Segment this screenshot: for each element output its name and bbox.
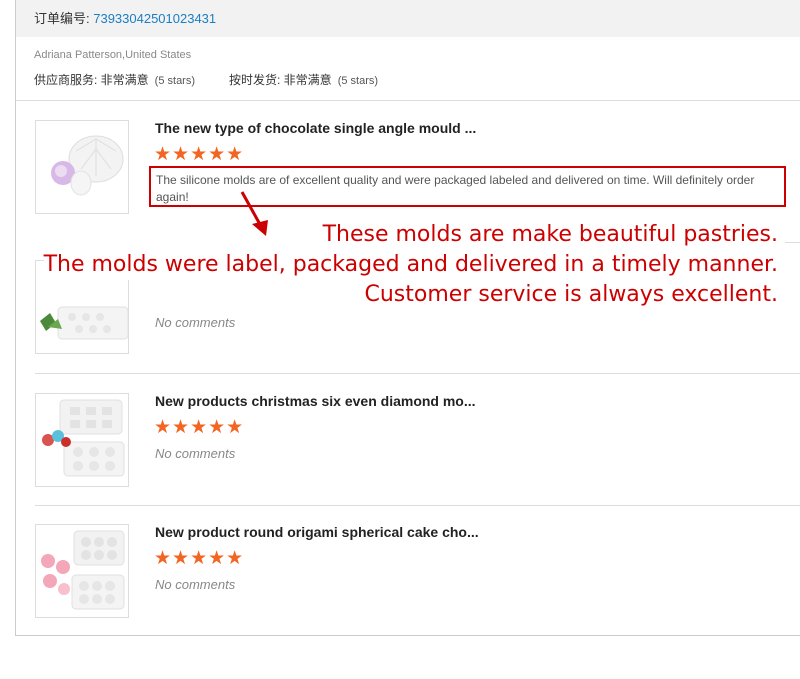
annotation-line-1: These molds are make beautiful pastries. (322, 220, 778, 250)
rating-label: 按时发货: 非常满意 (229, 73, 332, 87)
star-rating: ★★★★★ (154, 144, 245, 165)
supplier-service-rating: 供应商服务: 非常满意 (5 stars) (34, 71, 195, 88)
divider (785, 242, 800, 243)
order-label: 订单编号: (34, 11, 94, 26)
product-title[interactable]: New products christmas six even diamond … (155, 393, 476, 409)
rating-stars-text: (5 stars) (337, 75, 379, 87)
product-thumbnail[interactable] (35, 120, 129, 214)
annotation-line-2: The molds were label, packaged and deliv… (43, 250, 778, 280)
on-time-shipping-rating: 按时发货: 非常满意 (5 stars) (229, 71, 378, 88)
no-comments-text: No comments (155, 315, 236, 330)
rating-stars-text: (5 stars) (154, 75, 196, 87)
no-comments-text: No comments (155, 446, 236, 461)
product-title[interactable]: The new type of chocolate single angle m… (155, 120, 476, 136)
order-review-panel: 订单编号: 73933042501023431 Adriana Patterso… (15, 0, 800, 636)
divider (16, 100, 800, 101)
product-title[interactable]: New product round origami spherical cake… (155, 524, 479, 540)
review-page: 订单编号: 73933042501023431 Adriana Patterso… (0, 0, 800, 679)
star-rating: ★★★★★ (154, 548, 245, 569)
buyer-name: Adriana Patterson,United States (34, 49, 192, 61)
product-thumbnail[interactable] (35, 524, 129, 618)
rating-label: 供应商服务: 非常满意 (34, 73, 149, 87)
seller-ratings: 供应商服务: 非常满意 (5 stars) 按时发货: 非常满意 (5 stars) (34, 71, 378, 88)
no-comments-text: No comments (155, 577, 236, 592)
order-number-link[interactable]: 73933042501023431 (93, 11, 216, 26)
mould-image (41, 530, 125, 610)
order-header: 订单编号: 73933042501023431 (16, 0, 800, 37)
mould-image (42, 399, 125, 477)
star-rating: ★★★★★ (154, 417, 245, 438)
divider (35, 373, 800, 374)
annotation-line-3: Customer service is always excellent. (364, 280, 778, 310)
red-arrow-icon (240, 191, 268, 236)
product-thumbnail[interactable] (35, 393, 129, 487)
divider (35, 505, 800, 506)
mould-image (51, 135, 124, 196)
